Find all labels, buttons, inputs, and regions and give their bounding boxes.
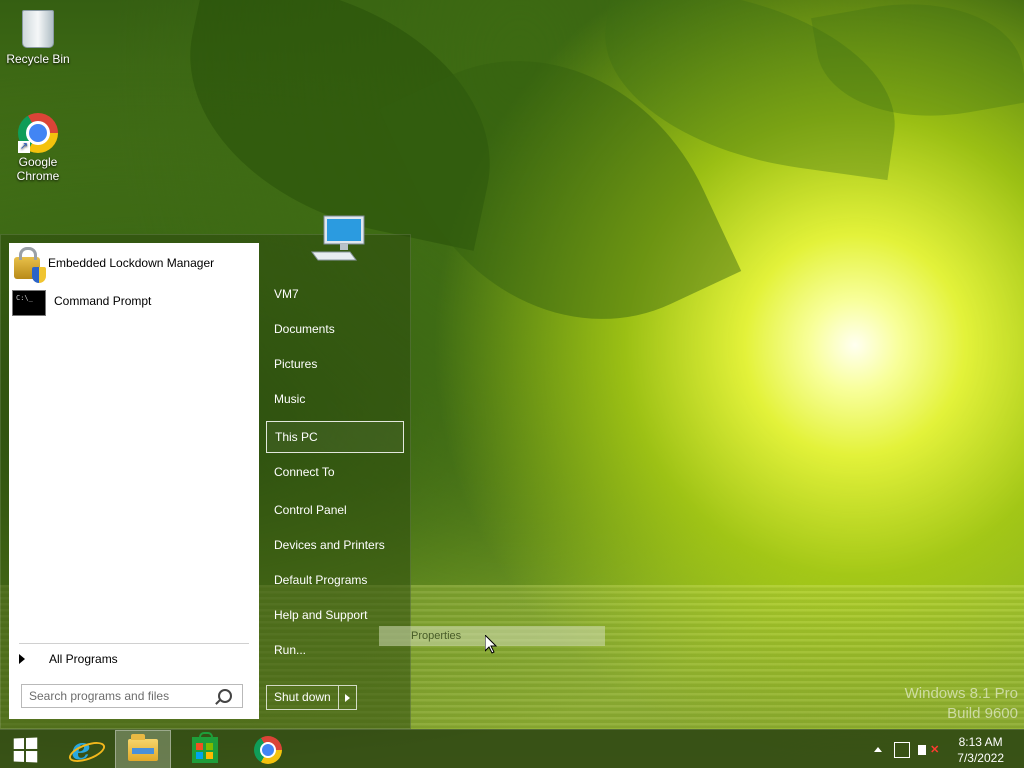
all-programs-label: All Programs bbox=[49, 652, 118, 666]
show-hidden-icons-button[interactable] bbox=[874, 747, 883, 752]
search-input[interactable] bbox=[22, 688, 218, 704]
program-label: Command Prompt bbox=[54, 294, 152, 308]
chrome-icon bbox=[254, 735, 282, 764]
program-label: Embedded Lockdown Manager bbox=[48, 256, 215, 270]
desktop-icon-label: Recycle Bin bbox=[6, 52, 70, 66]
desktop-icon-google-chrome[interactable]: ↗ Google Chrome bbox=[0, 113, 76, 183]
chrome-icon: ↗ bbox=[18, 113, 58, 153]
file-explorer-icon bbox=[128, 733, 158, 761]
start-item-documents[interactable]: Documents bbox=[266, 313, 404, 345]
desktop-icon-recycle-bin[interactable]: Recycle Bin bbox=[0, 8, 76, 66]
watermark-build: Build 9600 bbox=[947, 705, 1018, 722]
network-icon[interactable] bbox=[894, 741, 911, 758]
start-item-connect-to[interactable]: Connect To bbox=[266, 456, 404, 488]
volume-icon[interactable] bbox=[918, 744, 927, 755]
shutdown-options-button[interactable] bbox=[339, 686, 356, 709]
system-tray: ✕ 8:13 AM 7/3/2022 bbox=[874, 730, 1024, 768]
shutdown-button[interactable]: Shut down bbox=[267, 686, 339, 709]
chevron-right-icon bbox=[344, 693, 350, 702]
program-embedded-lockdown-manager[interactable]: Embedded Lockdown Manager bbox=[9, 245, 259, 283]
shutdown-control: Shut down bbox=[266, 685, 357, 710]
lock-shield-icon bbox=[14, 247, 46, 283]
desktop-icon-label: Google Chrome bbox=[16, 155, 60, 183]
mouse-cursor-icon bbox=[485, 635, 497, 654]
watermark-edition: Windows 8.1 Pro bbox=[904, 685, 1018, 702]
start-windows-icon bbox=[13, 736, 38, 763]
divider bbox=[19, 643, 249, 644]
start-item-this-pc[interactable]: This PC bbox=[266, 421, 404, 453]
clock[interactable]: 8:13 AM 7/3/2022 bbox=[957, 734, 1004, 766]
taskbar: e ✕ 8:13 AM 7/3/2022 bbox=[0, 729, 1024, 768]
start-button[interactable] bbox=[0, 730, 50, 768]
computer-icon bbox=[311, 215, 365, 261]
internet-explorer-icon: e bbox=[66, 732, 109, 767]
mute-x-icon: ✕ bbox=[930, 744, 940, 756]
program-command-prompt[interactable]: Command Prompt bbox=[9, 283, 259, 319]
os-watermark: Windows 8.1 Pro Build 9600 bbox=[905, 684, 1018, 724]
command-prompt-icon bbox=[12, 290, 46, 316]
clock-time: 8:13 AM bbox=[958, 734, 1003, 749]
taskbar-file-explorer[interactable] bbox=[115, 730, 171, 768]
start-item-devices-and-printers[interactable]: Devices and Printers bbox=[266, 529, 404, 561]
start-item-control-panel[interactable]: Control Panel bbox=[266, 494, 404, 526]
recycle-bin-icon bbox=[18, 10, 58, 50]
taskbar-chrome[interactable] bbox=[241, 730, 295, 768]
taskbar-internet-explorer[interactable]: e bbox=[54, 730, 109, 768]
start-item-vm7[interactable]: VM7 bbox=[266, 278, 404, 310]
start-menu-programs-pane: Embedded Lockdown Manager Command Prompt… bbox=[9, 243, 259, 719]
search-icon[interactable] bbox=[218, 689, 232, 703]
triangle-right-icon bbox=[19, 654, 25, 664]
all-programs-button[interactable]: All Programs bbox=[9, 647, 259, 671]
start-item-default-programs[interactable]: Default Programs bbox=[266, 564, 404, 596]
shortcut-arrow-icon: ↗ bbox=[18, 141, 30, 153]
search-box bbox=[21, 684, 243, 708]
start-item-music[interactable]: Music bbox=[266, 383, 404, 415]
taskbar-store[interactable] bbox=[178, 730, 232, 768]
start-item-pictures[interactable]: Pictures bbox=[266, 348, 404, 380]
clock-date: 7/3/2022 bbox=[957, 750, 1004, 765]
store-icon bbox=[192, 731, 218, 763]
